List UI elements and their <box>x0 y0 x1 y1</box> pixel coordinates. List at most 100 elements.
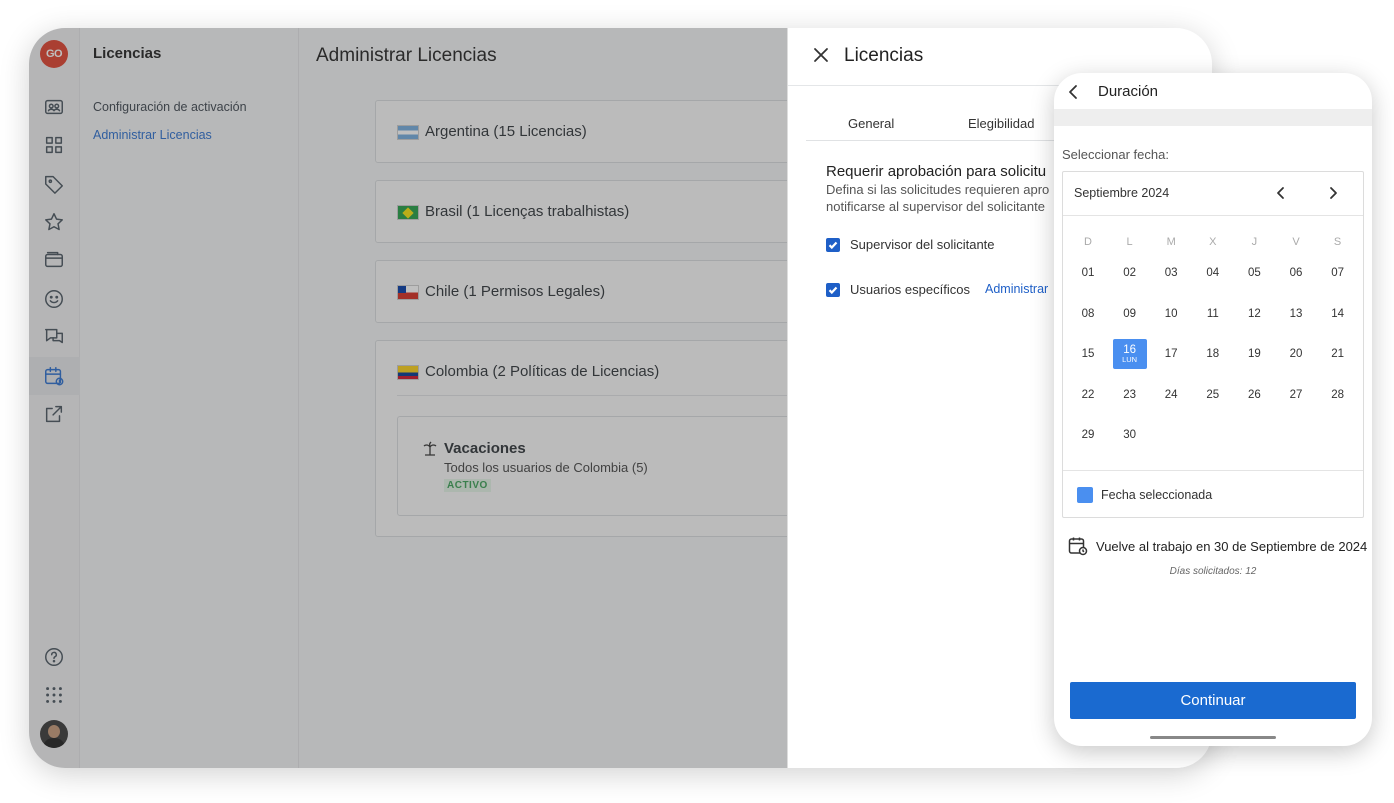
day-number: 26 <box>1247 388 1261 401</box>
calendar-day[interactable]: 06 <box>1279 258 1313 288</box>
day-number: 17 <box>1164 348 1178 361</box>
phone-title: Duración <box>1098 83 1159 100</box>
description-line: notificarse al supervisor del solicitant… <box>826 199 1045 214</box>
select-date-label: Seleccionar fecha: <box>1062 147 1169 162</box>
day-number: 21 <box>1331 348 1344 361</box>
calendar-day[interactable]: 03 <box>1154 258 1188 288</box>
day-number: 23 <box>1123 388 1136 401</box>
weekday-label: J <box>1251 236 1258 248</box>
supervisor-checkbox-label: Supervisor del solicitante <box>850 237 995 252</box>
calendar-day[interactable]: 09 <box>1113 299 1147 329</box>
weekday-label: L <box>1126 236 1133 248</box>
calendar-day[interactable]: 18 <box>1196 339 1230 369</box>
continue-button[interactable]: Continuar <box>1070 682 1356 719</box>
weekday-label: X <box>1209 236 1217 248</box>
specific-users-checkbox[interactable] <box>826 283 840 297</box>
chevron-left-icon[interactable] <box>1273 185 1289 201</box>
day-number: 19 <box>1247 348 1261 361</box>
day-number: 06 <box>1289 267 1303 279</box>
day-number: 29 <box>1081 429 1095 442</box>
calendar-day[interactable]: 12 <box>1237 299 1271 329</box>
calendar-day[interactable]: 02 <box>1113 258 1147 288</box>
day-number: 08 <box>1081 307 1095 320</box>
calendar-day[interactable]: 24 <box>1154 380 1188 410</box>
calendar-day[interactable]: 22 <box>1071 380 1105 410</box>
day-weekday-abbr: LUN <box>1122 355 1138 365</box>
approval-section-title: Requerir aprobación para solicitu <box>826 163 1047 180</box>
day-number: 01 <box>1081 267 1095 279</box>
calendar-day[interactable]: 29 <box>1071 420 1105 450</box>
days-requested-text: Días solicitados: 12 <box>1169 566 1257 577</box>
manage-users-link[interactable]: Administrar <box>985 282 1048 296</box>
day-number: 04 <box>1206 267 1220 279</box>
calendar-day[interactable]: 01 <box>1071 258 1105 288</box>
weekday-label: V <box>1292 236 1300 248</box>
day-number: 28 <box>1331 388 1344 401</box>
calendar-day[interactable]: 21 <box>1321 339 1355 369</box>
tab-general[interactable]: General <box>848 116 894 131</box>
screen: GO Licencias Configuración de activación… <box>0 0 1394 803</box>
header-band <box>1054 109 1372 126</box>
approval-section-description: Defina si las solicitudes requieren apro… <box>826 181 1066 215</box>
calendar-day[interactable]: 27 <box>1279 380 1313 410</box>
day-number: 20 <box>1289 348 1303 361</box>
modal-overlay[interactable] <box>29 28 789 768</box>
calendar-day[interactable]: 23 <box>1113 380 1147 410</box>
day-number: 15 <box>1081 348 1095 361</box>
calendar-day[interactable]: 14 <box>1321 299 1355 329</box>
divider <box>1063 470 1363 471</box>
calendar-day[interactable]: 20 <box>1279 339 1313 369</box>
calendar-day[interactable]: 25 <box>1196 380 1230 410</box>
divider <box>1063 215 1363 216</box>
day-number: 09 <box>1123 307 1136 320</box>
day-number: 30 <box>1123 429 1136 442</box>
weekday-label: S <box>1333 236 1342 248</box>
app-window: GO Licencias Configuración de activación… <box>29 28 1212 768</box>
day-number: 11 <box>1206 307 1219 320</box>
calendar: Septiembre 2024 D L M X J V S 01 02 03 04 05 06 07 08… <box>1062 171 1364 518</box>
calendar-month: Septiembre 2024 <box>1074 186 1170 200</box>
weekday-label: M <box>1166 236 1176 248</box>
day-number: 13 <box>1289 307 1303 320</box>
specific-users-checkbox-label: Usuarios específicos <box>850 282 970 297</box>
description-line: Defina si las solicitudes requieren apro <box>826 182 1050 197</box>
back-arrow-icon[interactable] <box>1066 84 1082 100</box>
day-number: 24 <box>1164 388 1178 401</box>
calendar-day[interactable]: 26 <box>1237 380 1271 410</box>
day-number: 27 <box>1289 388 1303 401</box>
calendar-day[interactable]: 13 <box>1279 299 1313 329</box>
calendar-day[interactable]: 07 <box>1321 258 1355 288</box>
drawer-title: Licencias <box>844 45 924 66</box>
day-number: 07 <box>1331 267 1344 279</box>
home-indicator <box>1150 736 1276 739</box>
calendar-day[interactable]: 17 <box>1154 339 1188 369</box>
day-number: 12 <box>1247 307 1261 320</box>
calendar-day-selected[interactable]: 16 LUN <box>1112 339 1147 370</box>
calendar-day[interactable]: 11 <box>1196 299 1230 329</box>
day-number: 10 <box>1164 307 1178 320</box>
calendar-day[interactable]: 10 <box>1154 299 1188 329</box>
day-number: 14 <box>1331 307 1344 320</box>
calendar-clock-icon <box>1068 536 1088 556</box>
calendar-day[interactable]: 08 <box>1071 299 1105 329</box>
calendar-day[interactable]: 04 <box>1196 258 1230 288</box>
day-number: 25 <box>1206 388 1220 401</box>
legend-label: Fecha seleccionada <box>1101 488 1213 502</box>
calendar-day[interactable]: 05 <box>1237 258 1271 288</box>
calendar-day[interactable]: 28 <box>1321 380 1355 410</box>
day-number: 18 <box>1206 348 1220 361</box>
day-number: 22 <box>1081 388 1095 401</box>
day-number: 05 <box>1247 267 1261 279</box>
calendar-day[interactable]: 30 <box>1113 420 1147 450</box>
tab-eligibility[interactable]: Elegibilidad <box>968 116 1035 131</box>
selected-date-swatch <box>1077 487 1093 503</box>
calendar-day[interactable]: 19 <box>1237 339 1271 369</box>
day-number: 03 <box>1164 267 1178 279</box>
close-icon[interactable] <box>811 45 831 65</box>
weekday-label: D <box>1084 236 1092 248</box>
supervisor-checkbox[interactable] <box>826 238 840 252</box>
chevron-right-icon[interactable] <box>1325 185 1341 201</box>
return-to-work-text: Vuelve al trabajo en 30 de Septiembre de… <box>1096 539 1368 554</box>
phone-duration-screen: Duración Seleccionar fecha: Septiembre 2… <box>1054 73 1372 746</box>
calendar-day[interactable]: 15 <box>1071 339 1105 369</box>
